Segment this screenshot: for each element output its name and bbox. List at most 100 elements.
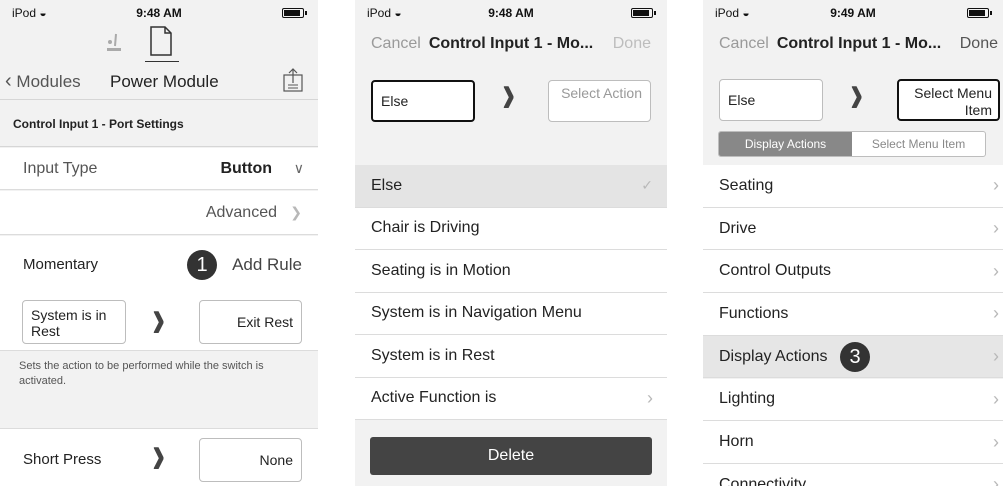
momentary-row: Momentary 1 Add Rule <box>0 236 318 293</box>
list-item-label: System is in Rest <box>371 346 495 364</box>
short-press-action-button[interactable]: None <box>199 438 302 482</box>
input-type-label: Input Type <box>23 159 98 177</box>
list-item-label: Lighting <box>719 390 776 408</box>
short-press-action-label: None <box>259 452 293 468</box>
chevron-right-icon: › <box>993 388 999 409</box>
chevron-right-icon: › <box>152 424 166 486</box>
list-item[interactable]: System is in Rest <box>355 335 667 378</box>
input-type-row[interactable]: Input Type Button ∨ <box>0 148 318 190</box>
condition-button[interactable]: Else <box>719 79 823 121</box>
momentary-label: Momentary <box>23 256 99 273</box>
chevron-left-icon: ‹ <box>5 70 12 92</box>
list-item-label: Horn <box>719 433 754 451</box>
short-press-label: Short Press <box>23 451 102 468</box>
segment-display-actions[interactable]: Display Actions <box>719 132 852 156</box>
list-item-label: Display Actions <box>719 347 828 365</box>
document-icon[interactable] <box>149 25 173 57</box>
chevron-right-icon: › <box>993 346 999 367</box>
clock: 9:48 AM <box>136 6 182 20</box>
chevron-right-icon: › <box>850 63 864 125</box>
select-action-button[interactable]: Select Action <box>548 80 651 122</box>
page-title: Power Module <box>110 72 219 91</box>
list-item-label: Else <box>371 176 403 194</box>
screen-select-condition: iPod ◒ 9:48 AM Cancel Control Input 1 - … <box>355 0 667 486</box>
clock: 9:49 AM <box>830 6 876 20</box>
nav-bar: ‹ Modules Power Module <box>0 62 318 100</box>
segmented-control: Display Actions Select Menu Item <box>718 131 986 157</box>
list-item[interactable]: Seating is in Motion <box>355 250 667 293</box>
delete-label: Delete <box>487 447 535 464</box>
input-type-value: Button <box>220 159 272 177</box>
list-item-label: Control Outputs <box>719 262 832 280</box>
action-button[interactable]: Exit Rest <box>199 300 302 344</box>
back-label: Modules <box>16 72 81 91</box>
description-text: Sets the action to be performed while th… <box>19 360 264 387</box>
chevron-right-icon: › <box>152 288 166 350</box>
chevron-right-icon: › <box>647 387 653 408</box>
list-item[interactable]: Active Function is › <box>355 377 667 420</box>
rule-row: System is in Rest › Exit Rest <box>0 288 318 351</box>
chevron-right-icon: › <box>502 63 516 125</box>
list-item-label: Drive <box>719 219 757 237</box>
chevron-down-icon: ∨ <box>293 160 304 176</box>
done-button[interactable]: Done <box>960 35 998 53</box>
condition-label: Else <box>381 93 409 109</box>
chevron-right-icon: › <box>993 175 999 196</box>
action-label: Select Menu Item <box>914 85 992 118</box>
share-icon[interactable] <box>282 67 304 93</box>
action-label: Select Action <box>561 85 642 101</box>
chevron-right-icon: › <box>993 218 999 239</box>
cancel-button[interactable]: Cancel <box>719 35 769 53</box>
clock: 9:48 AM <box>488 6 534 20</box>
list-item-label: Connectivity <box>719 475 807 486</box>
list-item[interactable]: Seating › <box>703 165 1003 208</box>
step-badge-3: 3 <box>840 342 870 372</box>
nav-bar: Cancel Control Input 1 - Mo... Done <box>355 22 667 66</box>
chevron-right-icon: › <box>993 260 999 281</box>
page-title: Control Input 1 - Mo... <box>428 35 594 52</box>
advanced-row[interactable]: Advanced ❯ <box>0 191 318 235</box>
add-rule-button[interactable]: Add Rule <box>232 255 302 275</box>
list-item[interactable]: Connectivity › <box>703 463 1003 486</box>
segment-select-menu-item[interactable]: Select Menu Item <box>852 132 985 156</box>
section-header: Control Input 1 - Port Settings <box>0 101 318 147</box>
list-item[interactable]: Functions › <box>703 293 1003 336</box>
step-badge-1: 1 <box>187 250 217 280</box>
condition-button[interactable]: Else <box>371 80 475 122</box>
checkmark-icon: ✓ <box>641 177 653 194</box>
list-item[interactable]: Horn › <box>703 421 1003 464</box>
cancel-button[interactable]: Cancel <box>371 35 421 53</box>
joystick-icon[interactable] <box>104 32 124 56</box>
battery-icon <box>282 8 307 18</box>
toolbar-icons <box>0 22 318 63</box>
chevron-right-icon: ❯ <box>290 204 302 220</box>
list-item[interactable]: Else ✓ <box>355 165 667 208</box>
page-title: Control Input 1 - Mo... <box>776 35 942 52</box>
status-bar: iPod ◒ 9:49 AM <box>703 0 1003 22</box>
list-item-label: Chair is Driving <box>371 219 480 237</box>
list-item-label: System is in Navigation Menu <box>371 304 582 322</box>
chevron-right-icon: › <box>993 474 999 486</box>
condition-label: Else <box>728 92 756 108</box>
delete-button[interactable]: Delete <box>370 437 652 475</box>
list-item[interactable]: Chair is Driving <box>355 207 667 250</box>
status-bar: iPod ◒ 9:48 AM <box>0 0 318 22</box>
select-menu-item-button[interactable]: Select Menu Item <box>897 79 1000 121</box>
list-item[interactable]: Lighting › <box>703 378 1003 422</box>
action-label: Exit Rest <box>236 314 293 330</box>
status-bar: iPod ◒ 9:48 AM <box>355 0 667 22</box>
screen-power-module: iPod ◒ 9:48 AM ‹ Modules Power Module Co <box>0 0 318 486</box>
list-item-label: Seating <box>719 176 774 194</box>
back-button[interactable]: ‹ Modules <box>5 70 81 93</box>
advanced-label: Advanced <box>205 203 277 221</box>
list-item-label: Seating is in Motion <box>371 261 511 279</box>
short-press-row: Short Press › None <box>0 424 318 486</box>
list-item[interactable]: Drive › <box>703 207 1003 251</box>
condition-button[interactable]: System is in Rest <box>22 300 126 344</box>
list-item[interactable]: Control Outputs › <box>703 250 1003 294</box>
chevron-right-icon: › <box>993 303 999 324</box>
battery-icon <box>631 8 656 18</box>
done-button[interactable]: Done <box>613 35 651 53</box>
list-item[interactable]: System is in Navigation Menu <box>355 292 667 335</box>
nav-bar: Cancel Control Input 1 - Mo... Done <box>703 22 1003 66</box>
